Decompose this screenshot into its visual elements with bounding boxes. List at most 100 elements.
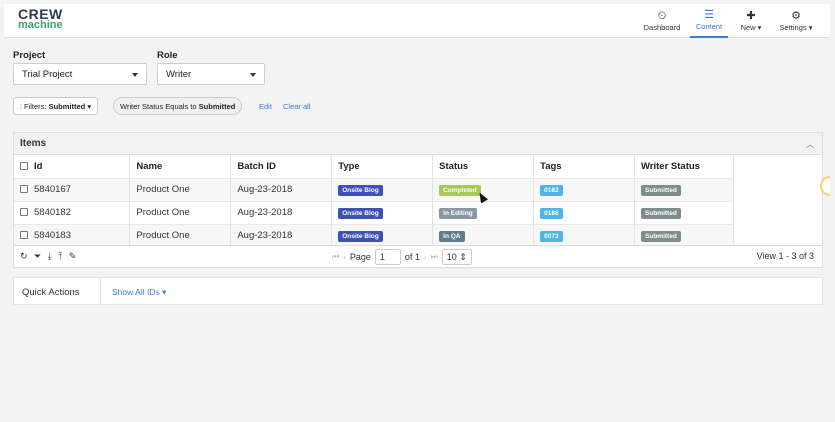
active-filter-prefix: Writer Status Equals to	[120, 102, 197, 111]
page-input[interactable]: 1	[374, 249, 401, 265]
cell-type: Onsite Blog	[331, 201, 434, 225]
table-row[interactable]: 5840167 Product One Aug-23-2018 Onsite B…	[14, 178, 734, 202]
row-checkbox[interactable]	[20, 208, 28, 217]
filters-prefix: Filters:	[23, 102, 47, 111]
chevron-down-icon: ▾	[87, 102, 92, 111]
cell-id: 5840182	[14, 201, 131, 225]
prev-page-icon[interactable]: ‹	[343, 253, 346, 262]
status-badge[interactable]: In QA	[439, 230, 465, 242]
type-badge: Onsite Blog	[338, 230, 383, 242]
tag-badge: 0073	[540, 230, 563, 242]
page-of-label: of 1	[404, 252, 420, 262]
quick-actions-bar: Quick Actions Show All IDs ▾	[13, 277, 823, 305]
page-size-select[interactable]: 10 ⇕	[441, 249, 472, 265]
row-id: 5840167	[34, 184, 71, 195]
cell-batch: Aug-23-2018	[230, 178, 333, 202]
dashboard-icon: ⏲	[657, 10, 667, 22]
cell-name: Product One	[129, 178, 232, 202]
nav-new-label: New ▾	[740, 23, 762, 32]
row-checkbox[interactable]	[20, 231, 28, 240]
select-all-checkbox[interactable]	[20, 162, 28, 171]
cell-tags: 0073	[533, 224, 636, 248]
page-size-value: 10	[446, 252, 457, 262]
cell-writer-status: Submitted	[634, 201, 734, 225]
chevron-down-icon	[132, 73, 138, 77]
cell-name: Product One	[129, 201, 232, 225]
cell-type: Onsite Blog	[331, 178, 434, 202]
active-filter-chip[interactable]: Writer Status Equals to Submitted	[113, 97, 243, 115]
role-select[interactable]: Writer	[157, 63, 265, 85]
cell-status: In Editing	[432, 201, 535, 225]
cell-id: 5840183	[14, 224, 131, 248]
writer-status-badge: Submitted	[641, 207, 681, 219]
chevron-down-icon	[250, 73, 256, 77]
column-header-writer-status[interactable]: Writer Status	[634, 155, 734, 179]
cell-batch: Aug-23-2018	[230, 224, 333, 248]
cell-writer-status: Submitted	[634, 224, 734, 248]
table-row[interactable]: 5840183 Product One Aug-23-2018 Onsite B…	[14, 224, 734, 248]
cell-tags: 0186	[533, 201, 636, 225]
cell-id: 5840167	[14, 178, 131, 202]
brand-line-2: machine	[18, 19, 63, 31]
column-header-type[interactable]: Type	[331, 155, 434, 179]
cell-tags: 0182	[533, 178, 636, 202]
project-select-value: Trial Project	[22, 69, 73, 80]
table-row[interactable]: 5840182 Product One Aug-23-2018 Onsite B…	[14, 201, 734, 225]
next-page-icon[interactable]: ›	[424, 253, 427, 262]
plus-icon: ✚	[746, 10, 756, 22]
project-select[interactable]: Trial Project	[13, 63, 147, 85]
status-badge[interactable]: Completed	[439, 184, 481, 196]
role-label: Role	[157, 50, 178, 61]
items-panel-header: Items ︿	[14, 133, 822, 155]
show-all-ids-link[interactable]: Show All IDs ▾	[112, 287, 166, 298]
column-header-name[interactable]: Name	[129, 155, 232, 179]
nav-settings[interactable]: ⚙ Settings ▾	[774, 4, 818, 38]
type-badge: Onsite Blog	[338, 207, 383, 219]
filters-value: Submitted	[48, 102, 86, 111]
clear-all-link[interactable]: Clear all	[283, 102, 311, 111]
cell-batch: Aug-23-2018	[230, 201, 333, 225]
edit-filters-link[interactable]: Edit	[259, 102, 272, 111]
column-header-status[interactable]: Status	[432, 155, 535, 179]
items-panel: Items ︿ Id Name Batch ID Type Status Tag…	[13, 132, 823, 268]
brand-logo[interactable]: CREW machine	[18, 7, 63, 31]
nav-content-label: Content	[695, 22, 723, 31]
column-header-tags[interactable]: Tags	[533, 155, 636, 179]
column-header-id[interactable]: Id	[14, 155, 131, 179]
role-select-value: Writer	[166, 69, 192, 80]
nav-settings-label: Settings ▾	[779, 23, 813, 32]
type-badge: Onsite Blog	[338, 184, 383, 196]
tag-badge: 0182	[540, 184, 563, 196]
status-badge[interactable]: In Editing	[439, 207, 477, 219]
filters-dropdown[interactable]: ⫶ Filters: Submitted ▾	[13, 97, 99, 115]
view-info: View 1 - 3 of 3	[756, 251, 814, 261]
gear-icon: ⚙	[791, 10, 801, 22]
cell-status: In QA	[432, 224, 535, 248]
chevron-up-icon[interactable]: ︿	[806, 139, 814, 150]
row-checkbox[interactable]	[20, 185, 28, 194]
active-filter-value: Submitted	[198, 102, 236, 111]
writer-status-badge: Submitted	[641, 184, 681, 196]
last-page-icon[interactable]: ⏭	[431, 252, 438, 262]
nav-content[interactable]: ☰ Content	[690, 4, 728, 38]
nav-new[interactable]: ✚ New ▾	[734, 4, 768, 38]
first-page-icon[interactable]: ⏮	[332, 252, 339, 262]
top-navbar: CREW machine ⏲ Dashboard ☰ Content ✚ New…	[4, 4, 830, 38]
table-header-row: Id Name Batch ID Type Status Tags Writer…	[14, 155, 734, 179]
nav-dashboard[interactable]: ⏲ Dashboard	[640, 4, 684, 38]
cell-type: Onsite Blog	[331, 224, 434, 248]
nav-dashboard-label: Dashboard	[643, 23, 681, 32]
items-title: Items	[20, 138, 47, 149]
filter-icon: ⫶	[20, 102, 22, 111]
tag-badge: 0186	[540, 207, 563, 219]
app-frame: CREW machine ⏲ Dashboard ☰ Content ✚ New…	[4, 4, 830, 422]
cell-name: Product One	[129, 224, 232, 248]
quick-actions-tab[interactable]: Quick Actions	[14, 278, 101, 304]
project-label: Project	[13, 50, 46, 61]
page-label: Page	[349, 252, 371, 262]
table-toolbar-icons[interactable]: ↻ ⏷ ⤓ ⤒ ✎	[20, 251, 78, 262]
writer-status-badge: Submitted	[641, 230, 681, 242]
column-header-batch[interactable]: Batch ID	[230, 155, 333, 179]
chevron-updown-icon: ⇕	[459, 252, 467, 262]
content-icon: ☰	[704, 9, 714, 21]
